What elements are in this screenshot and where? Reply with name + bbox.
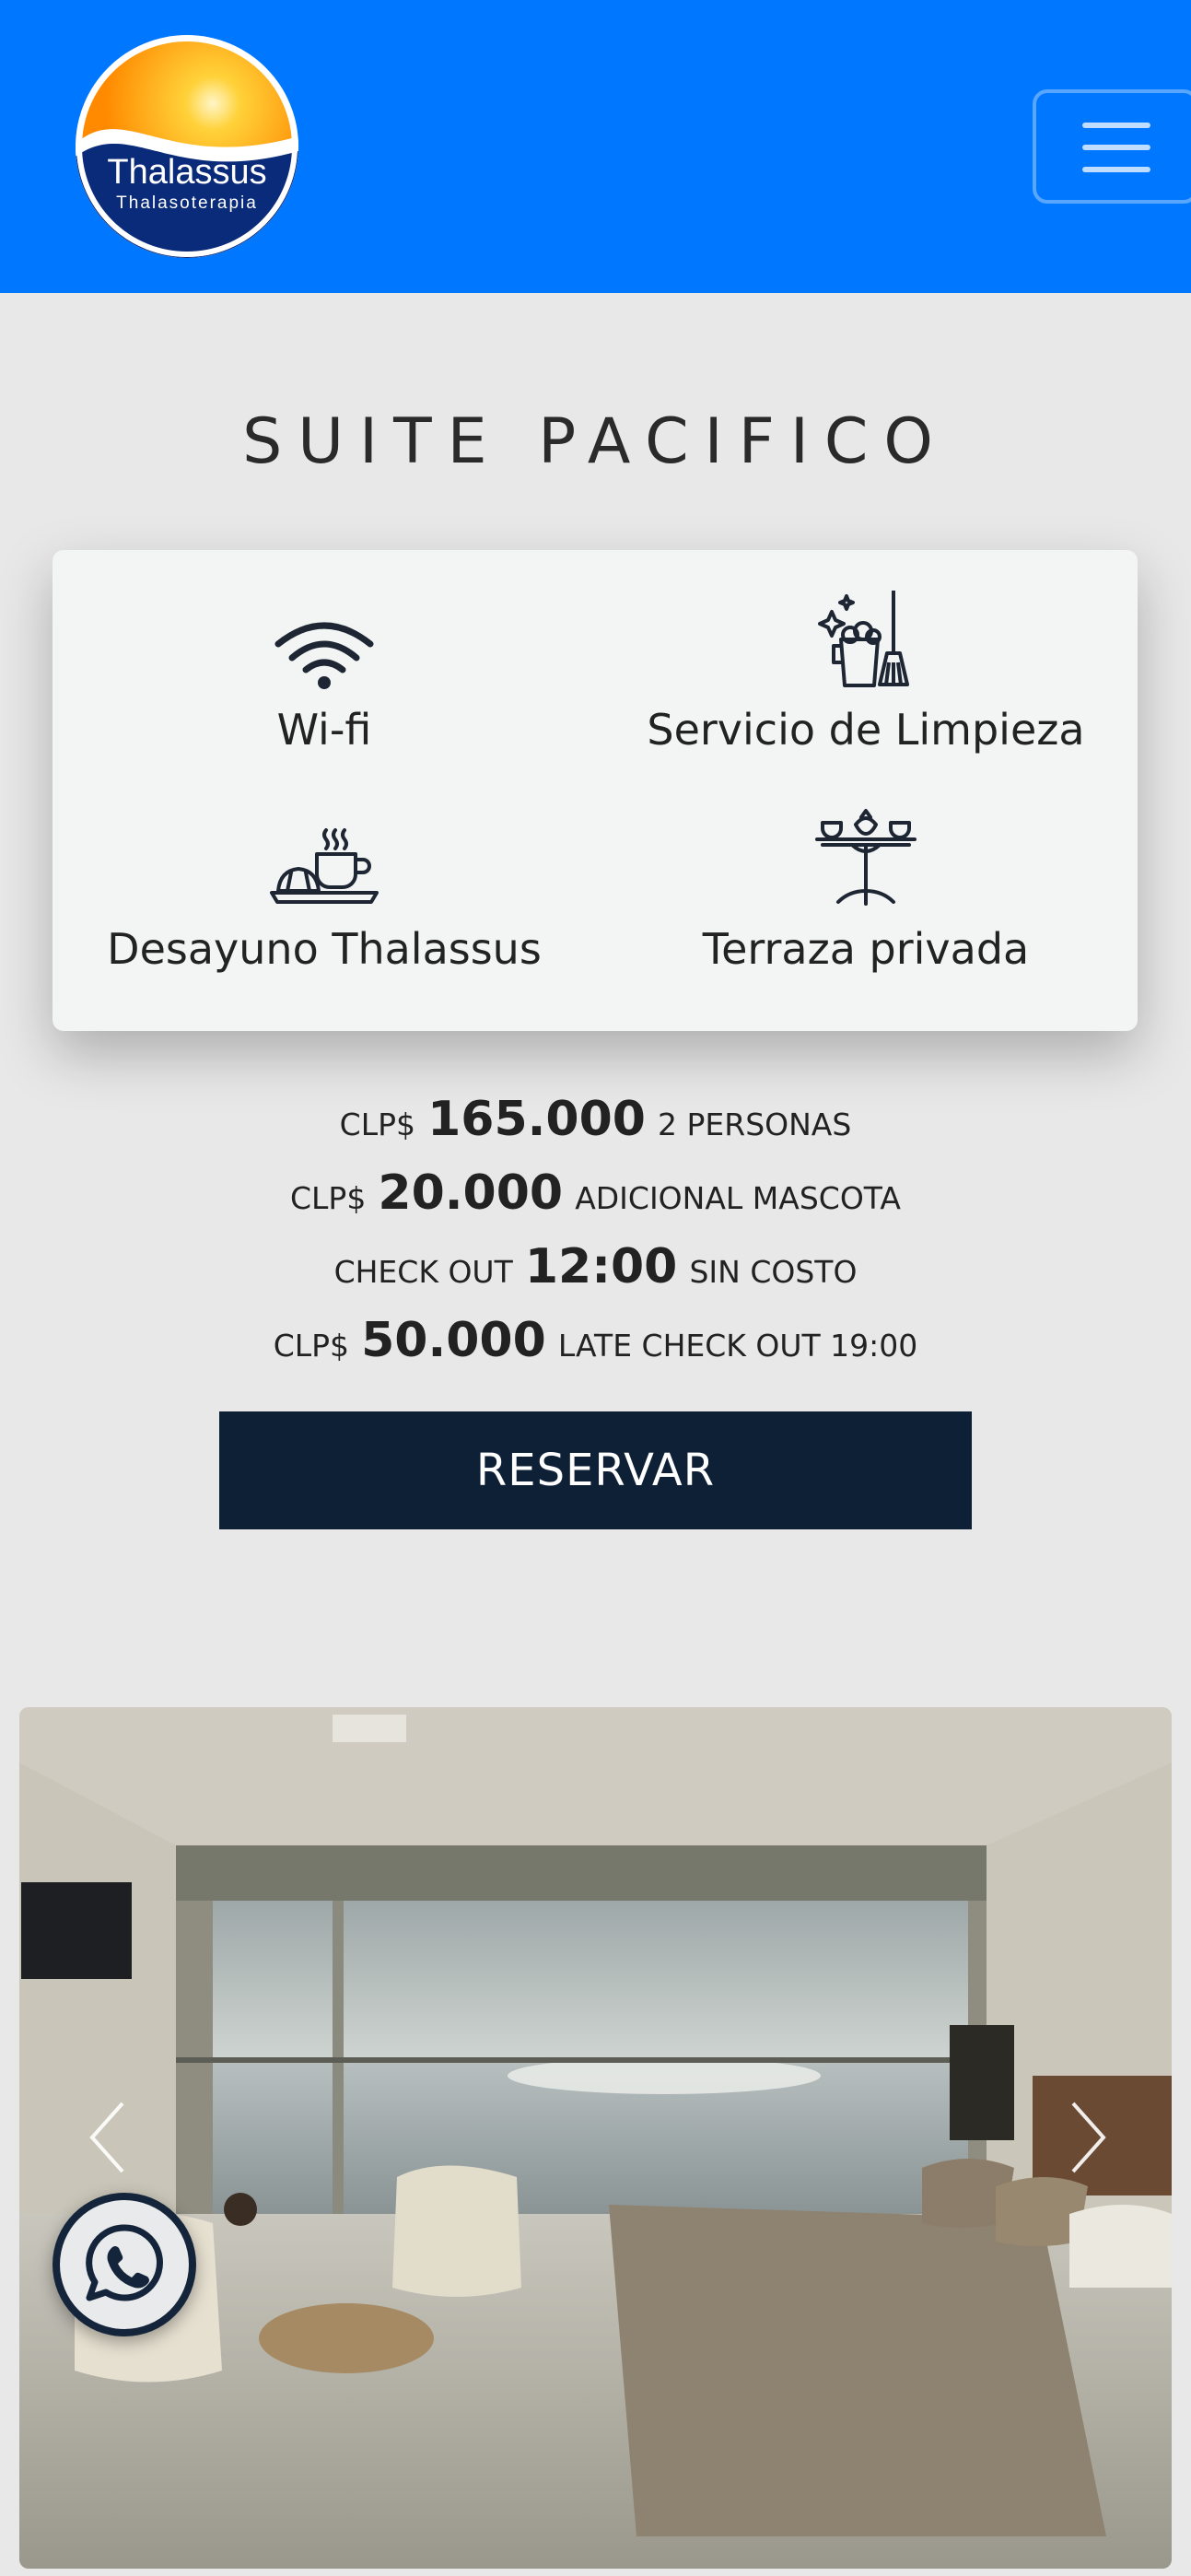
price-prefix: CLP$: [273, 1328, 350, 1364]
amenity-breakfast: Desayuno Thalassus: [57, 808, 591, 974]
wifi-icon: [274, 622, 374, 689]
price-suffix: LATE CHECK OUT 19:00: [557, 1328, 918, 1364]
chevron-left-icon[interactable]: [81, 2096, 136, 2179]
amenity-label: Servicio de Limpieza: [647, 705, 1085, 755]
amenity-wifi: Wi-fi: [57, 589, 591, 755]
breakfast-icon: [270, 828, 379, 904]
price-value: 50.000: [361, 1313, 546, 1368]
hamburger-icon: [1082, 145, 1150, 150]
amenities-card: Wi-fi Servicio de Limpieza Desayuno Thal…: [53, 550, 1138, 1031]
amenity-label: Desayuno Thalassus: [107, 924, 542, 974]
logo-title: Thalassus: [107, 153, 267, 192]
thalassus-logo[interactable]: Thalassus Thalasoterapia: [76, 35, 298, 258]
hamburger-icon: [1082, 123, 1150, 128]
price-suffix: ADICIONAL MASCOTA: [575, 1180, 901, 1216]
price-prefix: CLP$: [339, 1107, 415, 1142]
page-title: SUITE PACIFICO: [242, 405, 949, 478]
chevron-right-icon[interactable]: [1059, 2096, 1115, 2179]
price-row: CLP$ 165.000 2 PERSONAS: [0, 1083, 1191, 1156]
cleaning-icon: [818, 591, 909, 687]
price-row: CLP$ 20.000 ADICIONAL MASCOTA: [0, 1156, 1191, 1230]
price-prefix: CHECK OUT: [333, 1254, 513, 1290]
whatsapp-button[interactable]: [53, 2193, 196, 2336]
whatsapp-icon: [60, 2200, 189, 2329]
price-list: CLP$ 165.000 2 PERSONAS CLP$ 20.000 ADIC…: [0, 1083, 1191, 1377]
amenity-terrace: Terraza privada: [599, 808, 1133, 974]
site-header: Thalassus Thalasoterapia: [0, 0, 1191, 293]
logo-subtitle: Thalasoterapia: [116, 193, 258, 213]
amenity-label: Wi-fi: [276, 705, 372, 755]
price-prefix: CLP$: [290, 1180, 367, 1216]
price-suffix: 2 PERSONAS: [658, 1107, 852, 1142]
reserve-button[interactable]: RESERVAR: [219, 1411, 972, 1529]
menu-toggle-button[interactable]: [1033, 89, 1191, 204]
terrace-table-icon: [815, 809, 917, 906]
price-value: 20.000: [378, 1165, 564, 1221]
price-value: 165.000: [427, 1092, 646, 1147]
price-value: 12:00: [524, 1239, 678, 1294]
price-row: CLP$ 50.000 LATE CHECK OUT 19:00: [0, 1304, 1191, 1377]
amenity-cleaning: Servicio de Limpieza: [599, 589, 1133, 755]
room-photo: [19, 1707, 1172, 2569]
price-suffix: SIN COSTO: [689, 1254, 858, 1290]
amenity-label: Terraza privada: [702, 924, 1030, 974]
price-row: CHECK OUT 12:00 SIN COSTO: [0, 1230, 1191, 1304]
hamburger-icon: [1082, 167, 1150, 172]
room-photo-carousel[interactable]: [19, 1707, 1172, 2569]
